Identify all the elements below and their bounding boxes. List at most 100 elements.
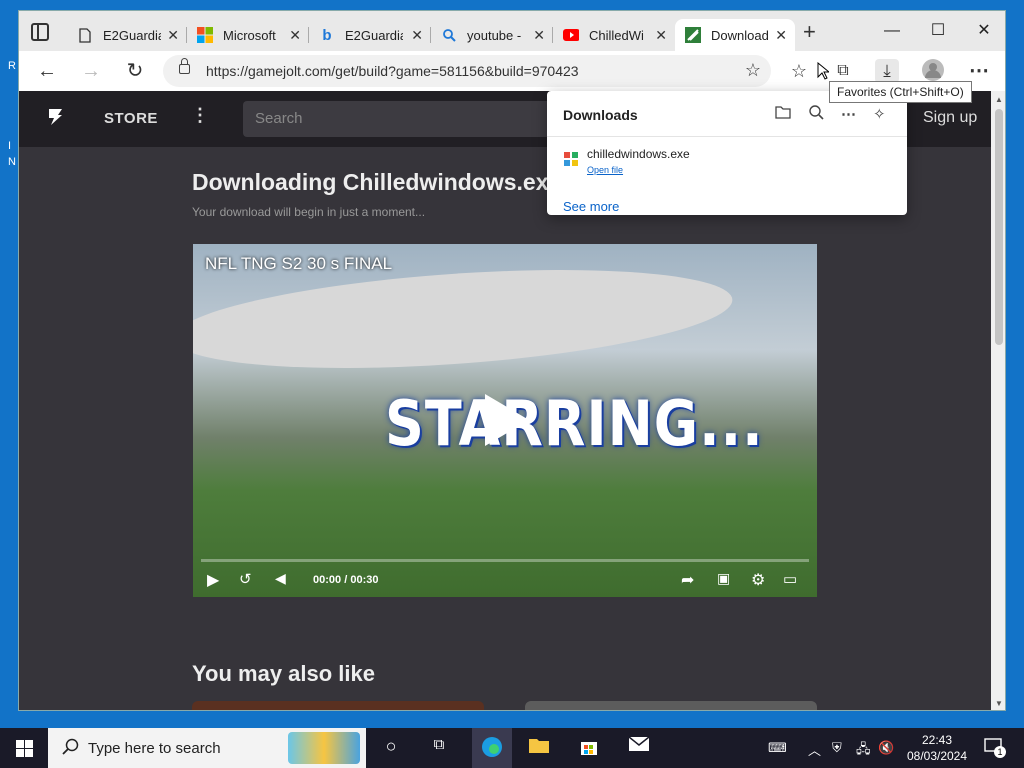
tab-label: Microsoft	[223, 27, 276, 43]
volume-icon[interactable]: ◀	[275, 570, 286, 587]
edge-taskbar-icon[interactable]	[472, 728, 512, 768]
file-explorer-icon[interactable]	[524, 736, 554, 759]
store-icon[interactable]	[574, 736, 604, 761]
cortana-icon[interactable]: ○	[376, 736, 406, 757]
minimize-button[interactable]: —	[869, 17, 915, 45]
section-heading: You may also like	[192, 661, 376, 686]
page-title: Downloading Chilledwindows.exe	[192, 169, 562, 195]
task-view-icon[interactable]: ⧉	[424, 736, 454, 753]
clock[interactable]: 22:43 08/03/2024	[904, 732, 970, 764]
close-icon[interactable]: ✕	[533, 27, 545, 44]
scrollbar-thumb[interactable]	[995, 109, 1003, 345]
maximize-button[interactable]: ☐	[915, 17, 961, 45]
page-scrollbar[interactable]: ▲ ▼	[991, 91, 1005, 710]
close-icon[interactable]: ✕	[289, 27, 301, 44]
video-title[interactable]: NFL TNG S2 30 s FINAL	[205, 254, 392, 274]
scroll-down-icon[interactable]: ▼	[995, 699, 1003, 708]
add-favorite-icon[interactable]: ☆	[745, 60, 761, 81]
miniplayer-icon[interactable]: ▭	[783, 570, 797, 588]
tab-label: youtube -	[467, 27, 522, 43]
close-icon[interactable]: ✕	[167, 27, 179, 44]
tab-youtube-search[interactable]: youtube - ✕	[431, 19, 553, 51]
tab-download-active[interactable]: Download ✕	[675, 19, 795, 51]
share-icon[interactable]: ➦	[681, 570, 694, 590]
page-icon	[77, 27, 93, 43]
refresh-button[interactable]: ↻	[123, 59, 147, 83]
scroll-up-icon[interactable]: ▲	[995, 95, 1003, 104]
game-card[interactable]	[192, 701, 484, 710]
download-file-name[interactable]: chilledwindows.exe	[587, 147, 690, 161]
search-icon[interactable]	[809, 105, 824, 124]
notification-count: 1	[994, 746, 1006, 758]
taskbar-search-placeholder: Type here to search	[88, 740, 221, 757]
windows-start-icon[interactable]	[16, 740, 33, 757]
exe-file-icon	[563, 151, 579, 167]
search-icon	[441, 27, 457, 43]
tab-label: Download	[711, 27, 769, 43]
clock-date: 08/03/2024	[906, 749, 968, 763]
more-options-icon[interactable]: ⋯	[841, 105, 856, 123]
volume-muted-icon[interactable]: 🔇	[878, 740, 894, 756]
rewind-10-icon[interactable]: ↺	[239, 570, 252, 588]
download-subtitle: Your download will begin in just a momen…	[192, 205, 426, 219]
profile-avatar[interactable]	[921, 59, 945, 83]
favorites-tooltip: Favorites (Ctrl+Shift+O)	[829, 81, 972, 103]
see-more-link[interactable]: See more	[563, 199, 619, 214]
mail-icon[interactable]	[624, 736, 654, 757]
network-icon[interactable]: 🖧	[856, 740, 871, 762]
tab-actions-icon[interactable]	[31, 23, 49, 41]
video-time: 00:00 / 00:30	[313, 574, 378, 586]
downloads-icon[interactable]: ⤓	[875, 59, 899, 83]
time-current: 00:00	[313, 574, 342, 586]
tab-microsoft[interactable]: Microsoft ✕	[187, 19, 309, 51]
tab-label: E2Guardia	[103, 27, 161, 43]
tab-chilledwindows[interactable]: ChilledWi ✕	[553, 19, 675, 51]
search-placeholder: Search	[255, 110, 303, 127]
close-icon[interactable]: ✕	[655, 27, 667, 44]
browser-window: E2Guardia ✕ Microsoft ✕ b E2Guardia ✕ yo…	[18, 10, 1006, 711]
close-icon[interactable]: ✕	[775, 27, 787, 44]
divider	[547, 136, 907, 137]
microsoft-logo-icon	[197, 27, 213, 43]
watch-on-youtube-icon[interactable]: ▣	[717, 570, 730, 587]
security-icon[interactable]: ⛨	[832, 740, 842, 756]
tab-e2guardian-1[interactable]: E2Guardia ✕	[67, 19, 187, 51]
close-icon[interactable]: ✕	[411, 27, 423, 44]
tab-bar: E2Guardia ✕ Microsoft ✕ b E2Guardia ✕ yo…	[19, 11, 1005, 51]
gear-icon[interactable]: ⚙	[751, 570, 765, 590]
notification-icon[interactable]: 1	[984, 738, 1006, 759]
new-tab-button[interactable]: +	[803, 21, 816, 43]
more-menu-icon[interactable]: ⋮	[191, 105, 209, 126]
keyboard-icon[interactable]: ⌨	[768, 740, 787, 756]
settings-more-icon[interactable]: ⋯	[967, 59, 991, 83]
time-separator: /	[344, 574, 348, 586]
lock-icon[interactable]	[179, 58, 190, 74]
taskbar-search-box[interactable]: Type here to search	[48, 728, 366, 768]
address-bar[interactable]: https://gamejolt.com/get/build?game=5811…	[163, 55, 771, 87]
game-card[interactable]	[525, 701, 817, 710]
search-highlight-image[interactable]	[288, 732, 360, 764]
gamejolt-icon	[685, 27, 701, 43]
folder-icon[interactable]	[775, 105, 791, 123]
time-total: 00:30	[350, 574, 379, 586]
chevron-up-icon[interactable]: ︿	[808, 740, 821, 759]
close-window-button[interactable]: ✕	[961, 17, 1005, 45]
tab-label: ChilledWi	[589, 27, 644, 43]
signup-link[interactable]: Sign up	[923, 109, 977, 127]
gamejolt-logo-icon[interactable]	[45, 107, 67, 129]
video-player[interactable]: NFL TNG S2 30 s FINAL STARRING... ▶ ↺ ◀ …	[193, 244, 817, 597]
back-button[interactable]: ←	[35, 59, 59, 83]
gamejolt-search-input[interactable]: Search	[243, 101, 563, 137]
play-button-icon[interactable]: ▶	[207, 570, 219, 590]
pin-icon[interactable]: ✧	[873, 105, 886, 123]
search-icon	[62, 738, 79, 760]
collections-icon[interactable]: ⧉	[831, 59, 855, 83]
store-link[interactable]: STORE	[104, 110, 158, 127]
tab-e2guardian-2[interactable]: b E2Guardia ✕	[309, 19, 431, 51]
video-progress-bar[interactable]	[201, 559, 809, 562]
play-icon[interactable]	[485, 394, 529, 446]
open-file-link[interactable]: Open file	[587, 165, 623, 175]
downloads-flyout: Downloads ⋯ ✧ chilledwindows.exe Open fi…	[547, 91, 907, 215]
forward-button[interactable]: →	[79, 59, 103, 83]
favorites-icon[interactable]: ☆	[787, 59, 811, 83]
